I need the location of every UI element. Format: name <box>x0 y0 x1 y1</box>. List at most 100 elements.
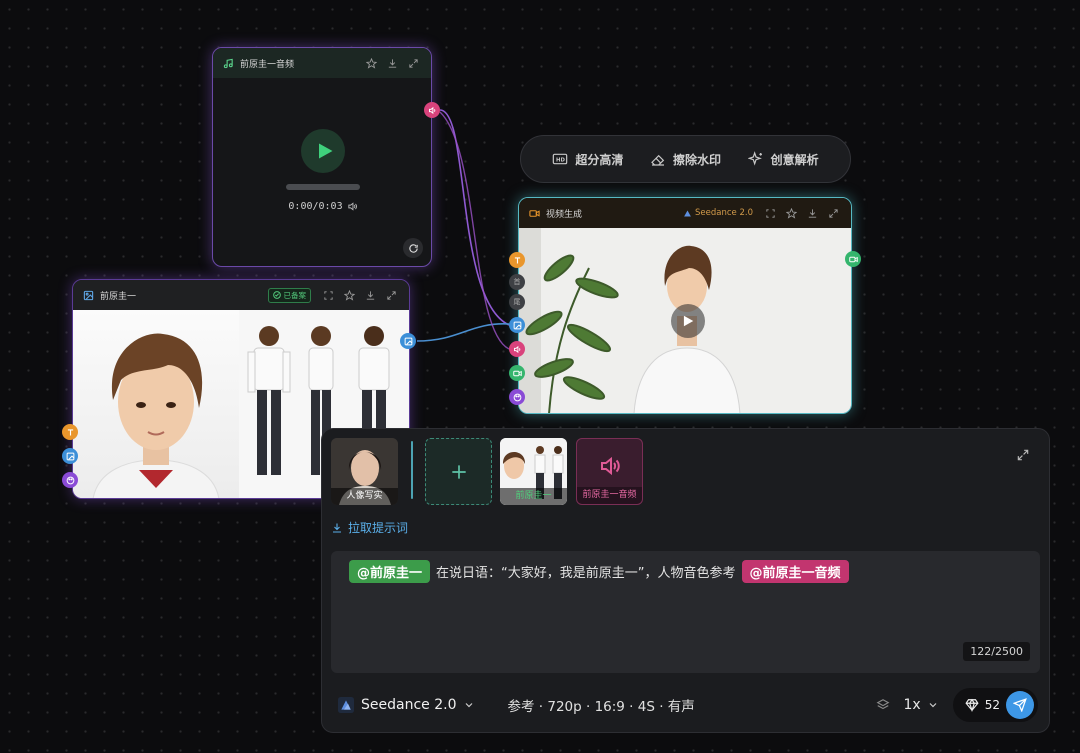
prompt-input[interactable]: @前原圭一 在说日语：“大家好，我是前原圭一”，人物音色参考 @前原圭一音频 1… <box>331 551 1040 673</box>
palette-icon <box>513 393 521 401</box>
credit-count: 52 <box>984 698 1000 712</box>
video-model-badge[interactable]: Seedance 2.0 <box>683 208 753 218</box>
image-icon <box>513 321 521 329</box>
style-thumb-label: 人像写实 <box>331 488 398 505</box>
expand-icon <box>1017 449 1029 461</box>
sparkle-icon <box>747 151 762 166</box>
model-selector-label: Seedance 2.0 <box>361 697 457 713</box>
first-frame-label: 首 <box>513 278 521 286</box>
count-selector[interactable]: 1x <box>904 697 939 713</box>
video-icon <box>529 208 540 219</box>
pull-prompt-link[interactable]: 拉取提示词 <box>331 519 408 536</box>
prompt-body-text: 在说日语：“大家好，我是前原圭一”，人物音色参考 <box>436 566 736 581</box>
play-icon <box>683 315 694 327</box>
volume-icon[interactable] <box>347 201 358 212</box>
remove-watermark-label: 擦除水印 <box>672 152 721 167</box>
text-icon <box>514 256 520 263</box>
video-model-label: Seedance 2.0 <box>695 208 753 218</box>
image-icon <box>404 337 412 345</box>
character-portrait <box>73 310 239 498</box>
audio-time-text: 0:00/0:03 <box>288 201 343 212</box>
svg-text:HD: HD <box>556 157 565 163</box>
style-input-port[interactable] <box>62 472 78 488</box>
registered-badge-label: 已备案 <box>283 290 307 300</box>
count-selector-label: 1x <box>903 697 921 713</box>
text-icon <box>67 428 73 435</box>
download-icon[interactable] <box>384 55 400 71</box>
audio-node-title: 前原圭一音频 <box>240 59 295 70</box>
creative-analysis-button[interactable]: 创意解析 <box>747 151 819 168</box>
audio-mention[interactable]: @前原圭一音频 <box>741 560 849 583</box>
char-counter: 122/2500 <box>963 642 1030 661</box>
expand-icon[interactable] <box>383 287 399 303</box>
audio-reference-thumb[interactable]: 前原圭一音频 <box>576 438 643 505</box>
palette-icon <box>66 476 74 484</box>
star-icon[interactable] <box>783 205 799 221</box>
audio-progress-bar[interactable] <box>286 184 360 190</box>
text-input-port[interactable] <box>62 424 78 440</box>
chevron-down-icon <box>929 703 937 708</box>
video-preview[interactable] <box>519 228 851 413</box>
image-output-port[interactable] <box>400 333 416 349</box>
video-generation-node[interactable]: 视频生成 Seedance 2.0 <box>518 197 852 414</box>
audio-time-display: 0:00/0:03 <box>273 201 373 212</box>
character-node-header: 前原圭一 已备案 <box>73 280 409 310</box>
chevron-down-icon <box>466 703 473 708</box>
workflow-canvas[interactable]: 前原圭一音频 0:00/0:03 HD 超分高清 擦除水印 创意解析 前原圭一 … <box>0 0 1080 753</box>
image-input-port[interactable] <box>62 448 78 464</box>
star-icon[interactable] <box>363 55 379 71</box>
upscale-hd-label: 超分高清 <box>575 152 624 167</box>
send-icon <box>1013 698 1027 712</box>
expand-icon[interactable] <box>405 55 421 71</box>
audio-output-port[interactable] <box>424 102 440 118</box>
media-toolbar: HD 超分高清 擦除水印 创意解析 <box>520 135 851 183</box>
audio-node[interactable]: 前原圭一音频 0:00/0:03 <box>212 47 432 267</box>
video-play-button[interactable] <box>671 304 705 338</box>
video-node-title: 视频生成 <box>546 209 583 220</box>
send-button[interactable] <box>1006 691 1034 719</box>
volume-icon <box>428 106 435 114</box>
first-frame-port[interactable]: 首 <box>509 274 525 290</box>
refresh-icon <box>408 243 418 253</box>
style-thumb[interactable]: 人像写实 <box>331 438 398 505</box>
seedance-logo-icon <box>338 697 354 713</box>
music-icon <box>223 58 234 69</box>
layers-icon[interactable] <box>876 698 890 712</box>
plus-icon <box>451 464 466 479</box>
pull-prompt-label: 拉取提示词 <box>348 521 409 535</box>
audio-reference-label: 前原圭一音频 <box>577 487 642 504</box>
prompt-text: @前原圭一 在说日语：“大家好，我是前原圭一”，人物音色参考 @前原圭一音频 <box>349 560 849 583</box>
character-node-title: 前原圭一 <box>100 291 137 302</box>
image-icon <box>83 290 94 301</box>
video-video-input-port[interactable] <box>509 365 525 381</box>
panel-expand-button[interactable] <box>1013 445 1033 465</box>
generation-params[interactable]: 参考 · 720p · 16:9 · 4S · 有声 <box>507 695 694 715</box>
audio-play-button[interactable] <box>301 129 345 173</box>
star-icon[interactable] <box>341 287 357 303</box>
video-node-header: 视频生成 Seedance 2.0 <box>519 198 851 228</box>
video-output-port[interactable] <box>845 251 861 267</box>
download-icon[interactable] <box>804 205 820 221</box>
crop-icon[interactable] <box>320 287 336 303</box>
model-selector[interactable]: Seedance 2.0 <box>338 697 475 713</box>
character-reference-thumb[interactable]: 前原圭一 <box>500 438 567 505</box>
prompt-panel: 人像写实 前原圭一 前原圭一音频 拉取提示词 @前原圭一 在说日语：“大家好，我… <box>321 428 1050 733</box>
video-audio-input-port[interactable] <box>509 341 525 357</box>
crop-icon[interactable] <box>762 205 778 221</box>
video-style-input-port[interactable] <box>509 389 525 405</box>
character-mention[interactable]: @前原圭一 <box>349 560 431 583</box>
remove-watermark-button[interactable]: 擦除水印 <box>650 151 721 168</box>
refresh-button[interactable] <box>403 238 423 258</box>
download-icon[interactable] <box>362 287 378 303</box>
right-controls: 1x 52 <box>876 688 1038 722</box>
add-reference-button[interactable] <box>425 438 492 505</box>
video-icon <box>512 370 522 376</box>
upscale-hd-button[interactable]: HD 超分高清 <box>552 151 623 168</box>
seedance-logo-icon <box>684 210 691 216</box>
video-text-input-port[interactable] <box>509 252 525 268</box>
video-image-input-port[interactable] <box>509 317 525 333</box>
hd-icon: HD <box>553 153 568 165</box>
creative-analysis-label: 创意解析 <box>770 152 819 167</box>
expand-icon[interactable] <box>825 205 841 221</box>
last-frame-port[interactable]: 尾 <box>509 294 525 310</box>
